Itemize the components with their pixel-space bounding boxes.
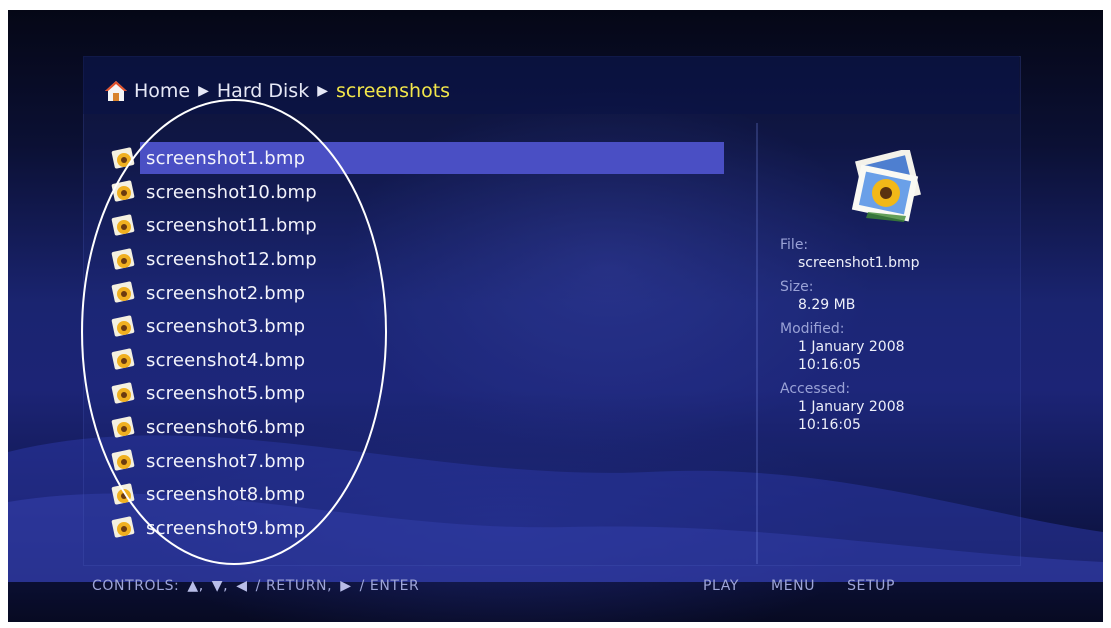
controls-label: CONTROLS:	[92, 578, 180, 594]
file-row[interactable]: screenshot2.bmp	[104, 276, 724, 310]
info-size-value: 8.29 MB	[798, 297, 856, 313]
info-modified-label: Modified:	[780, 321, 845, 337]
breadcrumb-home[interactable]: Home	[134, 80, 190, 102]
image-file-icon	[111, 483, 135, 505]
image-file-icon	[111, 516, 135, 538]
file-row[interactable]: screenshot6.bmp	[104, 411, 724, 445]
file-row-selected[interactable]: screenshot1.bmp	[104, 142, 724, 176]
breadcrumb-hard-disk[interactable]: Hard Disk	[217, 80, 309, 102]
file-name: screenshot6.bmp	[146, 417, 306, 439]
down-arrow-icon: ▼,	[211, 578, 229, 594]
controls-enter: / ENTER	[359, 578, 420, 594]
image-file-icon	[111, 281, 135, 303]
file-name: screenshot10.bmp	[146, 181, 317, 203]
image-file-icon	[111, 180, 135, 202]
controls-return: / RETURN,	[255, 578, 333, 594]
file-row[interactable]: screenshot3.bmp	[104, 310, 724, 344]
image-file-icon	[111, 382, 135, 404]
file-name: screenshot8.bmp	[146, 484, 306, 506]
file-row[interactable]: screenshot7.bmp	[104, 444, 724, 478]
left-arrow-icon: ◀	[236, 578, 248, 594]
image-file-icon	[111, 214, 135, 236]
controls-help: CONTROLS: ▲, ▼, ◀ / RETURN, ▶ / ENTER	[92, 578, 419, 594]
file-name: screenshot2.bmp	[146, 282, 306, 304]
file-name: screenshot12.bmp	[146, 249, 317, 271]
image-file-icon	[111, 416, 135, 438]
home-icon[interactable]	[104, 79, 128, 103]
file-row[interactable]: screenshot12.bmp	[104, 243, 724, 277]
right-arrow-icon: ▶	[340, 578, 352, 594]
file-name: screenshot1.bmp	[146, 148, 306, 170]
info-modified-time: 10:16:05	[798, 357, 861, 373]
file-name: screenshot3.bmp	[146, 316, 306, 338]
info-accessed-date: 1 January 2008	[798, 399, 905, 415]
breadcrumb: Home ▶ Hard Disk ▶ screenshots	[104, 77, 450, 105]
file-name: screenshot5.bmp	[146, 383, 306, 405]
file-info-panel: File: screenshot1.bmp Size: 8.29 MB Modi…	[780, 230, 1000, 434]
info-size-label: Size:	[780, 279, 814, 295]
file-row[interactable]: screenshot8.bmp	[104, 478, 724, 512]
play-button[interactable]: PLAY	[703, 578, 739, 594]
breadcrumb-separator-icon: ▶	[198, 83, 209, 99]
file-row[interactable]: screenshot11.bmp	[104, 209, 724, 243]
info-file-value: screenshot1.bmp	[798, 255, 920, 271]
breadcrumb-current: screenshots	[336, 80, 451, 102]
image-file-icon	[111, 315, 135, 337]
up-arrow-icon: ▲,	[187, 578, 204, 594]
file-row[interactable]: screenshot4.bmp	[104, 344, 724, 378]
file-row[interactable]: screenshot9.bmp	[104, 512, 724, 546]
image-file-icon	[111, 348, 135, 370]
info-accessed-label: Accessed:	[780, 381, 851, 397]
setup-button[interactable]: SETUP	[847, 578, 895, 594]
breadcrumb-separator-icon: ▶	[317, 83, 328, 99]
info-file-label: File:	[780, 237, 809, 253]
file-name: screenshot4.bmp	[146, 349, 306, 371]
file-name: screenshot11.bmp	[146, 215, 317, 237]
file-name: screenshot9.bmp	[146, 517, 306, 539]
info-accessed-time: 10:16:05	[798, 417, 861, 433]
bottom-nav: PLAY MENU SETUP	[703, 578, 895, 594]
menu-button[interactable]: MENU	[771, 578, 815, 594]
file-row[interactable]: screenshot10.bmp	[104, 176, 724, 210]
file-row[interactable]: screenshot5.bmp	[104, 377, 724, 411]
image-file-icon	[111, 449, 135, 471]
file-list: screenshot1.bmp screenshot10.bmp screens…	[104, 142, 724, 545]
file-name: screenshot7.bmp	[146, 450, 306, 472]
panel-divider	[756, 123, 758, 564]
info-modified-date: 1 January 2008	[798, 339, 905, 355]
image-file-icon	[111, 248, 135, 270]
photo-thumbnail-icon	[851, 150, 921, 222]
image-file-icon	[111, 147, 135, 169]
